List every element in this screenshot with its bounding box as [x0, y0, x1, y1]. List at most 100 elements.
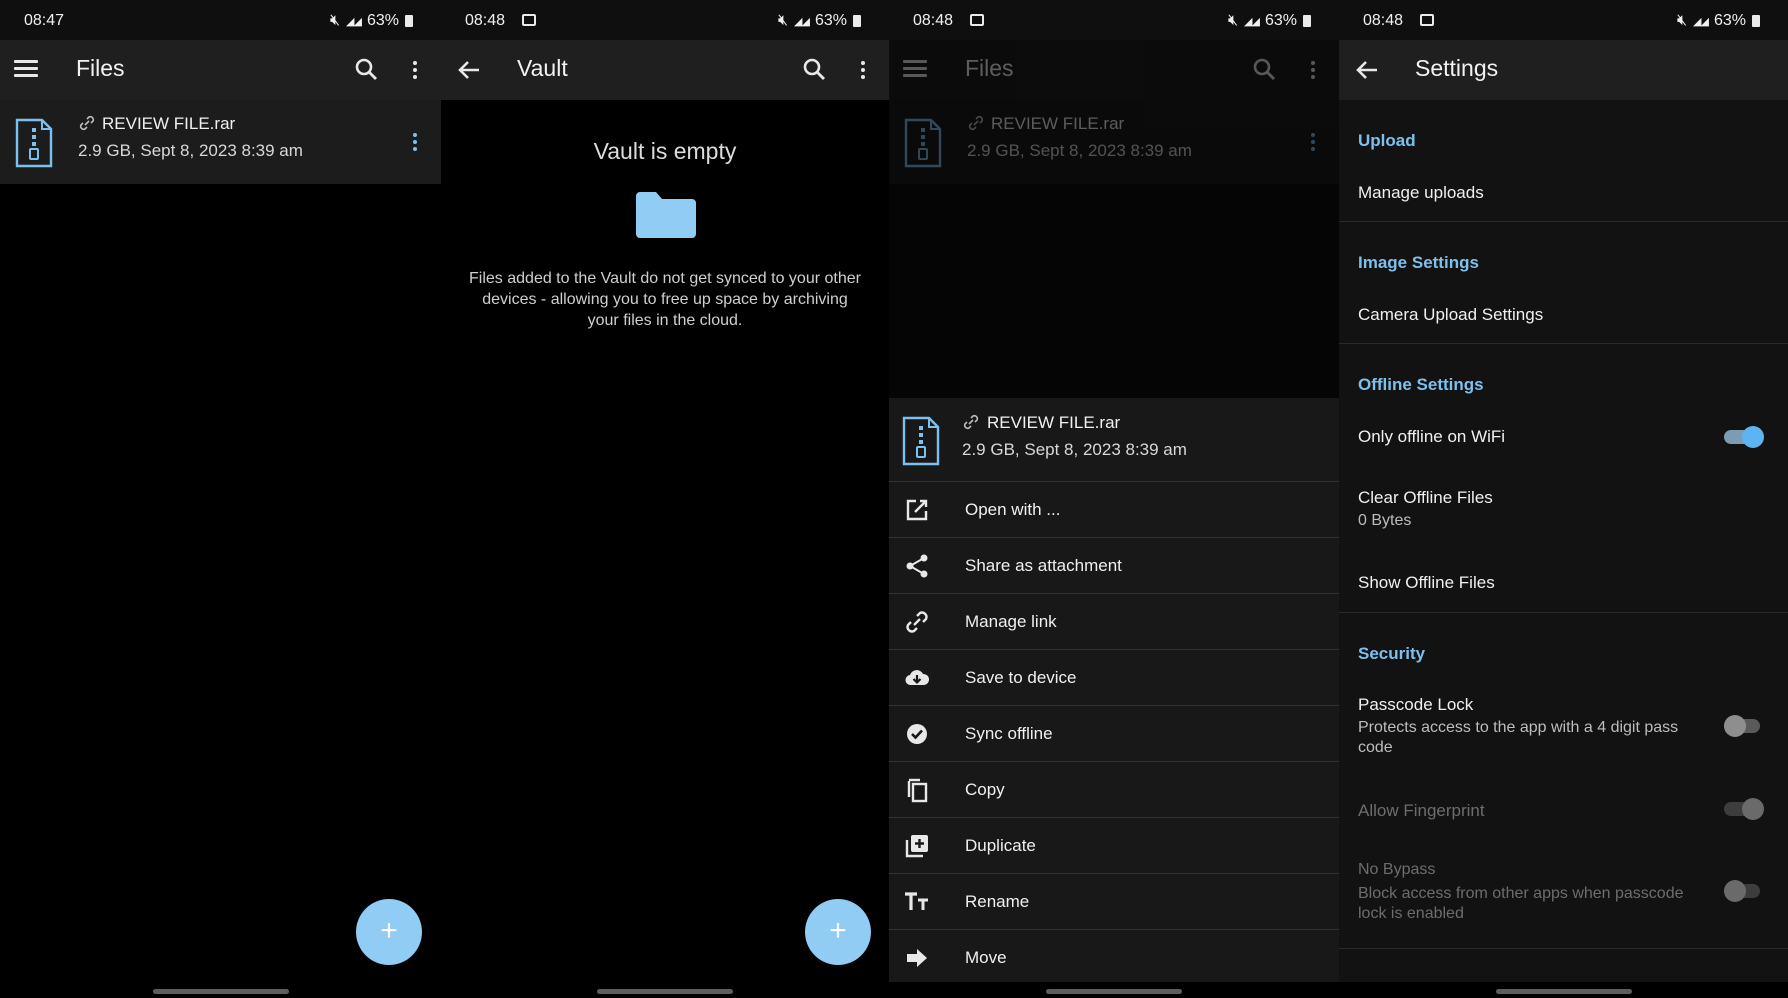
- signal-icon: ◢◢: [346, 15, 362, 28]
- no-bypass-description: Block access from other apps when passco…: [1358, 885, 1684, 922]
- page-title: Settings: [1415, 55, 1499, 81]
- menu-label: Duplicate: [965, 836, 1036, 855]
- status-icons: 🔇︎ ◢◢ 63%: [1677, 12, 1760, 30]
- open-external-icon: [906, 499, 928, 521]
- divider: [1339, 343, 1788, 344]
- status-bar: 08:47 🔇︎ ◢◢ 63%: [0, 0, 441, 40]
- link-icon: [906, 611, 928, 633]
- app-bar: Vault: [441, 40, 889, 100]
- nav-handle[interactable]: [597, 989, 733, 994]
- app-bar: Files: [0, 40, 441, 100]
- status-time: 08:48: [1363, 12, 1404, 29]
- menu-label: Sync offline: [965, 724, 1053, 743]
- status-time: 08:47: [24, 12, 65, 29]
- gallery-icon: [522, 14, 536, 26]
- more-options-icon[interactable]: [399, 54, 431, 86]
- only-offline-wifi-item[interactable]: Only offline on WiFi: [1358, 427, 1505, 447]
- modal-scrim[interactable]: [889, 184, 1339, 398]
- status-time: 08:48: [465, 12, 506, 29]
- status-icons: 🔇︎ ◢◢ 63%: [330, 12, 413, 30]
- battery-level: 63%: [366, 12, 399, 29]
- signal-icon: ◢◢: [1244, 15, 1260, 28]
- rename-icon: [905, 892, 928, 910]
- menu-label: Open with ...: [965, 500, 1061, 519]
- back-arrow-icon[interactable]: [1351, 54, 1383, 86]
- allow-fingerprint-item: Allow Fingerprint: [1358, 801, 1485, 820]
- folder-icon: [636, 192, 696, 238]
- file-more-icon: [1297, 126, 1329, 158]
- section-upload-header: Upload: [1358, 131, 1416, 150]
- gallery-icon: [970, 14, 984, 26]
- archive-file-icon: [904, 118, 942, 168]
- link-icon: [963, 414, 979, 430]
- nav-handle[interactable]: [152, 989, 289, 994]
- settings-screen: 08:48 🔇︎ ◢◢ 63% Settings Upload Manage u…: [1339, 0, 1788, 998]
- add-fab-button[interactable]: +: [356, 899, 422, 965]
- menu-copy[interactable]: Copy: [889, 762, 1339, 818]
- battery-icon: [853, 15, 861, 27]
- clear-offline-files-item[interactable]: Clear Offline Files: [1358, 488, 1493, 508]
- menu-icon: [901, 54, 933, 86]
- mute-icon: 🔇︎: [777, 12, 789, 29]
- file-name: REVIEW FILE.rar: [991, 114, 1125, 133]
- share-icon: [906, 554, 928, 578]
- passcode-lock-toggle[interactable]: [1724, 715, 1764, 737]
- menu-rename[interactable]: Rename: [889, 874, 1339, 930]
- show-offline-files-item[interactable]: Show Offline Files: [1358, 573, 1495, 593]
- file-meta: 2.9 GB, Sept 8, 2023 8:39 am: [78, 141, 303, 160]
- gallery-icon: [1420, 14, 1434, 26]
- files-screen: 08:47 🔇︎ ◢◢ 63% Files REVIEW FILE.rar 2.…: [0, 0, 441, 998]
- status-bar: 08:48 🔇︎ ◢◢ 63%: [1339, 0, 1788, 40]
- link-icon: [79, 115, 95, 131]
- menu-save-to-device[interactable]: Save to device: [889, 650, 1339, 706]
- search-icon[interactable]: [799, 54, 831, 86]
- file-row[interactable]: REVIEW FILE.rar 2.9 GB, Sept 8, 2023 8:3…: [0, 100, 441, 184]
- status-icons: 🔇︎ ◢◢ 63%: [1228, 12, 1311, 30]
- manage-uploads-item[interactable]: Manage uploads: [1358, 183, 1484, 203]
- mute-icon: 🔇︎: [329, 12, 341, 29]
- add-fab-button[interactable]: +: [805, 899, 871, 965]
- menu-move[interactable]: Move: [889, 930, 1339, 986]
- vault-screen: 08:48 🔇︎ ◢◢ 63% Vault Vault is empty Fil…: [441, 0, 889, 998]
- menu-label: Manage link: [965, 612, 1057, 631]
- page-title: Files: [965, 55, 1014, 81]
- empty-state-title: Vault is empty: [593, 138, 737, 164]
- search-icon[interactable]: [351, 54, 383, 86]
- section-offline-header: Offline Settings: [1358, 375, 1484, 394]
- battery-level: 63%: [1264, 12, 1297, 29]
- file-meta: 2.9 GB, Sept 8, 2023 8:39 am: [967, 141, 1192, 160]
- menu-sync-offline[interactable]: Sync offline: [889, 706, 1339, 762]
- file-meta: 2.9 GB, Sept 8, 2023 8:39 am: [962, 440, 1187, 459]
- menu-duplicate[interactable]: Duplicate: [889, 818, 1339, 874]
- camera-upload-settings-item[interactable]: Camera Upload Settings: [1358, 305, 1543, 325]
- menu-label: Copy: [965, 780, 1005, 799]
- more-options-icon: [1297, 54, 1329, 86]
- menu-share-attachment[interactable]: Share as attachment: [889, 538, 1339, 594]
- move-arrow-icon: [907, 949, 927, 967]
- empty-state-description: Files added to the Vault do not get sync…: [469, 270, 861, 329]
- file-more-icon[interactable]: [399, 126, 431, 158]
- file-name: REVIEW FILE.rar: [987, 413, 1121, 432]
- menu-icon[interactable]: [12, 54, 44, 86]
- battery-level: 63%: [814, 12, 847, 29]
- more-options-icon[interactable]: [847, 54, 879, 86]
- app-bar: Settings: [1339, 40, 1788, 100]
- only-offline-wifi-toggle[interactable]: [1724, 426, 1764, 448]
- passcode-lock-item[interactable]: Passcode Lock: [1358, 695, 1473, 715]
- status-icons: 🔇︎ ◢◢ 63%: [778, 12, 861, 30]
- battery-icon: [1303, 15, 1311, 27]
- file-row: REVIEW FILE.rar 2.9 GB, Sept 8, 2023 8:3…: [889, 100, 1339, 184]
- nav-handle[interactable]: [1046, 989, 1182, 994]
- page-title: Files: [76, 55, 125, 81]
- menu-open-with[interactable]: Open with ...: [889, 482, 1339, 538]
- passcode-lock-description: Protects access to the app with a 4 digi…: [1358, 719, 1679, 756]
- file-name: REVIEW FILE.rar: [102, 114, 236, 133]
- search-icon: [1253, 58, 1275, 80]
- nav-handle[interactable]: [1495, 989, 1632, 994]
- offline-files-size: 0 Bytes: [1358, 512, 1412, 529]
- menu-label: Move: [965, 948, 1007, 967]
- check-circle-icon: [907, 724, 927, 744]
- menu-manage-link[interactable]: Manage link: [889, 594, 1339, 650]
- status-time: 08:48: [913, 12, 954, 29]
- back-arrow-icon[interactable]: [453, 54, 485, 86]
